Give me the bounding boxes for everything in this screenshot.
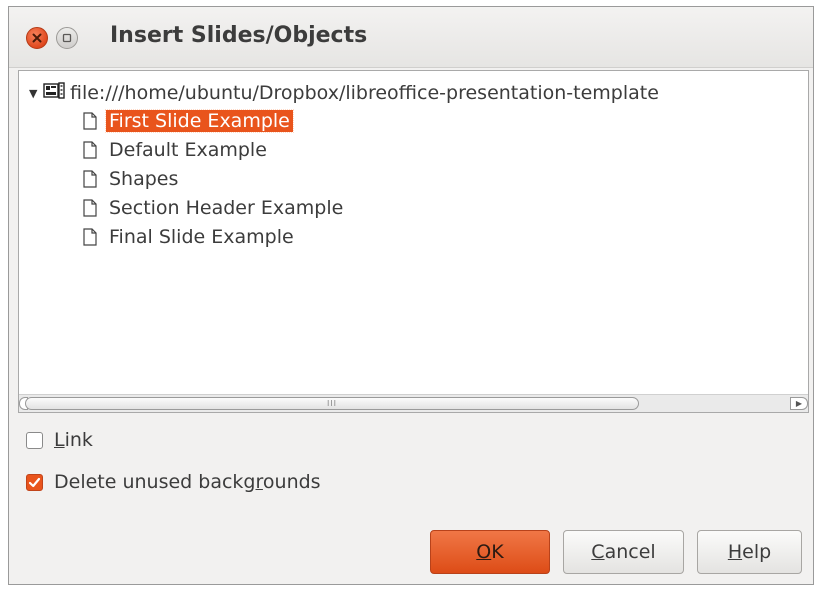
tree-item-final-slide[interactable]: Final Slide Example [83, 223, 297, 251]
scrollbar-thumb[interactable]: III [25, 397, 639, 410]
link-option[interactable]: Link [26, 427, 93, 453]
title-bar: Insert Slides/Objects [9, 7, 813, 68]
close-window-button[interactable] [26, 27, 48, 49]
delete-unused-backgrounds-label: Delete unused backgrounds [54, 471, 321, 493]
page-icon [83, 228, 97, 246]
page-icon [83, 199, 97, 217]
tree-item-label: Default Example [109, 139, 267, 161]
chevron-right-icon: ▶ [795, 399, 803, 408]
tree-item-label: Final Slide Example [109, 226, 294, 248]
link-checkbox[interactable] [26, 431, 43, 449]
help-button[interactable]: Help [697, 530, 802, 574]
scroll-right-button[interactable]: ▶ [790, 397, 808, 410]
insert-slides-dialog: Insert Slides/Objects ▼ file:///home/ubu… [8, 6, 814, 585]
delete-unused-backgrounds-checkbox[interactable] [26, 473, 43, 491]
maximize-icon [62, 33, 72, 43]
horizontal-scrollbar[interactable]: III ▶ [19, 394, 808, 412]
maximize-window-button[interactable] [56, 27, 78, 49]
tree-item-label: Shapes [109, 168, 179, 190]
tree-item-default[interactable]: Default Example [83, 136, 270, 164]
tree-item-first-slide[interactable]: First Slide Example [83, 107, 294, 135]
delete-unused-backgrounds-option[interactable]: Delete unused backgrounds [26, 469, 321, 495]
slides-tree[interactable]: ▼ file:///home/ubuntu/Dropbox/libreoffic… [18, 70, 809, 413]
scrollbar-grip: III [326, 399, 338, 408]
dialog-title: Insert Slides/Objects [110, 23, 368, 48]
page-icon [83, 112, 97, 130]
page-icon [83, 141, 97, 159]
link-label: Link [54, 429, 93, 451]
presentation-document-icon [43, 82, 65, 104]
page-icon [83, 170, 97, 188]
close-icon [32, 33, 42, 43]
tree-item-shapes[interactable]: Shapes [83, 165, 181, 193]
cancel-button[interactable]: Cancel [563, 530, 684, 574]
expand-triangle-icon[interactable]: ▼ [29, 87, 42, 100]
tree-root-label: file:///home/ubuntu/Dropbox/libreoffice-… [70, 82, 659, 104]
checkmark-icon [28, 477, 41, 487]
tree-item-label: Section Header Example [109, 197, 344, 219]
tree-item-section-header[interactable]: Section Header Example [83, 194, 346, 222]
ok-button[interactable]: OK [430, 530, 550, 574]
tree-root-row[interactable]: ▼ file:///home/ubuntu/Dropbox/libreoffic… [29, 79, 659, 107]
tree-item-label: First Slide Example [105, 109, 294, 133]
